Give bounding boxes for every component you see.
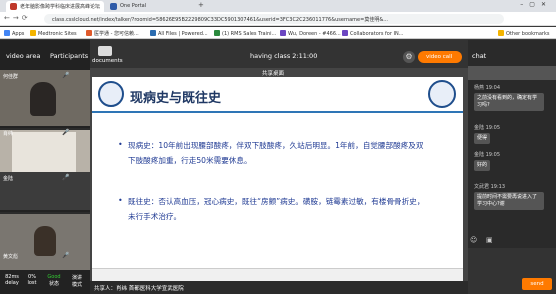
- participant-avatar: [30, 82, 56, 116]
- emoji-icon[interactable]: ☺: [470, 236, 477, 244]
- hospital-logo-icon: [428, 80, 456, 108]
- video-tile-4[interactable]: [0, 214, 90, 272]
- folder-icon: [498, 30, 504, 36]
- class-timer: having class 2:11:00: [250, 52, 318, 60]
- tab-title: One Portal: [120, 3, 147, 9]
- slide-toolbar[interactable]: [92, 268, 463, 281]
- chat-message-bubble: 便得: [474, 133, 491, 144]
- chat-notice-bar: [468, 66, 556, 80]
- site-icon: [86, 30, 92, 36]
- slide-title: 现病史与既往史: [130, 91, 222, 106]
- tab-video-area[interactable]: video area: [6, 52, 40, 60]
- stat-status: Good 状态: [47, 274, 61, 287]
- bookmark-medtronic[interactable]: Medtronic Sites: [30, 30, 77, 37]
- bookmark-yixuetong[interactable]: 医学通 - 您可信赖...: [86, 30, 139, 37]
- share-desktop-label: 共享桌面: [262, 71, 285, 77]
- chat-message-meta: 金陆 19:05: [474, 152, 500, 158]
- university-logo-icon: [98, 81, 124, 107]
- stat-lost: 0% lost: [27, 274, 37, 286]
- navigation-buttons-icon[interactable]: ←→⟳: [4, 14, 31, 22]
- site-icon: [280, 30, 286, 36]
- bookmark-all-files[interactable]: All Files | Powered...: [150, 30, 208, 37]
- stat-delay: 82ms delay: [5, 274, 19, 286]
- browser-tab-conference[interactable]: 老年脑影像跨学科临床进展高峰论坛: [6, 1, 104, 12]
- chat-message-meta: 金陆 19:05: [474, 125, 500, 131]
- bookmark-apps[interactable]: Apps: [4, 30, 24, 37]
- site-icon: [150, 30, 156, 36]
- chat-message-meta: 文武君 19:13: [474, 184, 505, 190]
- video-tile-3[interactable]: [0, 172, 90, 212]
- browser-tab-one-portal[interactable]: One Portal: [106, 1, 196, 12]
- documents-button[interactable]: documents: [92, 58, 123, 64]
- participant-name: 黄文彪: [3, 254, 19, 260]
- bookmark-collaborators[interactable]: Collaborators for IN...: [342, 30, 403, 37]
- tab-favicon-icon: [110, 3, 117, 10]
- slide-paragraph-past-history: 既往史：否认高血压，冠心病史，既往“房颤”病史。磺胺，链霉素过敏，有楼骨骨折史，…: [128, 197, 425, 221]
- send-button[interactable]: send: [522, 278, 552, 290]
- chat-message-meta: 杨燕 19:04: [474, 85, 500, 91]
- mic-icon[interactable]: 🎤: [62, 174, 69, 181]
- site-icon: [342, 30, 348, 36]
- image-icon[interactable]: ▣: [486, 236, 493, 244]
- video-call-button[interactable]: video call: [418, 51, 462, 63]
- bookmark-rms[interactable]: (1) RMS Sales Traini...: [214, 30, 276, 37]
- url-input[interactable]: class.csslcloud.net/index/talker/?roomid…: [44, 14, 504, 24]
- mic-icon[interactable]: 🎤: [62, 252, 69, 259]
- tab-title: 老年脑影像跨学科临床进展高峰论坛: [20, 4, 101, 10]
- bullet-icon: •: [118, 196, 123, 205]
- tab-participants[interactable]: Participants: [50, 52, 88, 60]
- settings-gear-icon[interactable]: ⚙: [403, 51, 415, 63]
- bullet-icon: •: [118, 140, 123, 149]
- chat-message-bubble: 提前时间不需要再说进入了学习中心?谢: [474, 192, 544, 210]
- participant-name: 何佳群: [3, 74, 19, 80]
- new-tab-button[interactable]: +: [198, 1, 204, 9]
- stat-mode[interactable]: 演讲 模式: [66, 274, 88, 288]
- bookmark-other[interactable]: Other bookmarks: [498, 30, 549, 37]
- window-controls[interactable]: –▢✕: [520, 1, 552, 8]
- participant-name: 金陆: [3, 176, 14, 182]
- mic-icon[interactable]: 🎤: [62, 129, 69, 136]
- site-icon: [214, 30, 220, 36]
- tab-favicon-icon: [10, 3, 17, 10]
- sharer-info: 共享人：肖纬 首都医科大学宣武医院: [90, 281, 468, 294]
- bookmark-wu-doreen[interactable]: Wu, Doreen - #466...: [280, 30, 341, 37]
- apps-icon: [4, 30, 10, 36]
- documents-folder-icon[interactable]: [98, 46, 112, 56]
- bookmarks-bar: [0, 27, 556, 39]
- mic-icon[interactable]: 🎤: [62, 72, 69, 79]
- slide-paragraph-history: 现病史：10年前出现腰部酸疼，伴双下肢酸疼，久站后明显。1年前，自觉腰部酸疼及双…: [128, 141, 424, 165]
- chat-message-bubble: 好的: [474, 160, 491, 171]
- participant-avatar: [34, 226, 56, 256]
- chat-title: chat: [472, 52, 487, 60]
- chat-message-bubble: 之前没有看到的，确定有学习吗?: [474, 93, 544, 111]
- participant-name: 肖纬: [3, 131, 14, 137]
- folder-icon: [30, 30, 36, 36]
